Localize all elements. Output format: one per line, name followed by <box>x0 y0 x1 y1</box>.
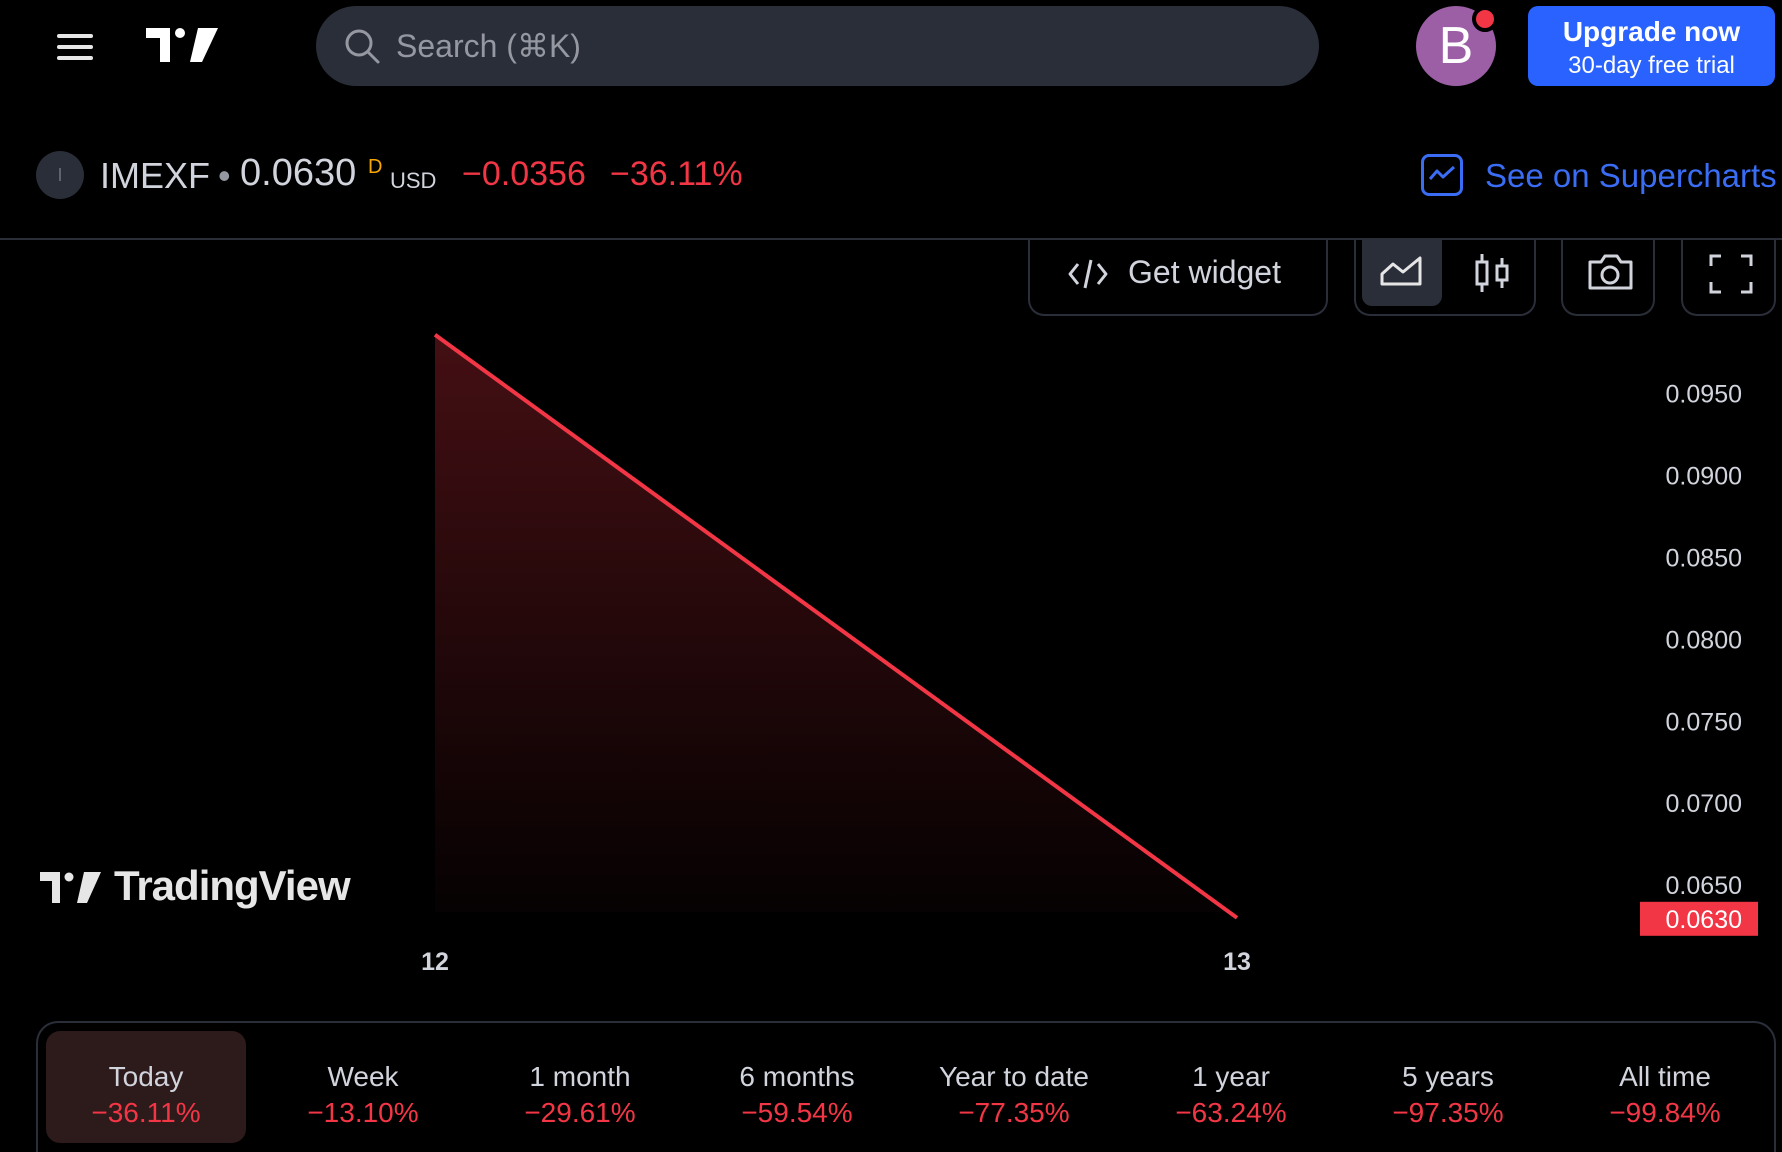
search-bar[interactable] <box>316 6 1319 86</box>
tradingview-watermark: TradingView <box>40 862 370 912</box>
period-change: −29.61% <box>524 1097 636 1128</box>
snapshot-button[interactable] <box>1561 240 1655 316</box>
period-button[interactable]: Today −36.11% <box>46 1031 246 1143</box>
notification-dot <box>1472 6 1498 32</box>
y-tick-label: 0.0750 <box>1666 708 1742 736</box>
x-tick-label: 13 <box>1223 948 1251 976</box>
top-bar: B Upgrade now 30-day free trial <box>0 0 1782 100</box>
symbol-ticker[interactable]: IMEXF <box>100 155 210 197</box>
tradingview-logo-icon <box>40 872 101 903</box>
period-button[interactable]: Year to date −77.35% <box>914 1031 1114 1143</box>
period-change: −59.54% <box>741 1097 853 1128</box>
period-change: −63.24% <box>1175 1097 1287 1128</box>
period-label: Week <box>327 1061 399 1092</box>
price-change-percent: −36.11% <box>610 155 743 193</box>
symbol-price: 0.0630 <box>240 152 357 194</box>
code-icon <box>1068 259 1108 289</box>
currency-label: USD <box>390 168 437 193</box>
period-label: 1 month <box>529 1061 631 1092</box>
period-button[interactable]: 1 year −63.24% <box>1131 1031 1331 1143</box>
hamburger-menu-icon[interactable] <box>55 30 97 64</box>
supercharts-icon[interactable] <box>1421 154 1463 196</box>
watermark-text: TradingView <box>114 862 351 909</box>
price-flag: D <box>368 156 383 178</box>
x-tick-label: 12 <box>421 948 449 976</box>
period-change: −36.11% <box>91 1097 201 1128</box>
symbol-separator: • <box>218 155 231 196</box>
period-label: All time <box>1619 1061 1711 1092</box>
y-tick-label: 0.0800 <box>1666 626 1742 654</box>
search-input[interactable] <box>396 6 1296 86</box>
upgrade-subtitle: 30-day free trial <box>1568 52 1735 79</box>
chart-type-group <box>1354 240 1536 316</box>
get-widget-button[interactable]: Get widget <box>1028 240 1328 316</box>
period-label: 6 months <box>739 1061 855 1092</box>
area-chart-button[interactable] <box>1362 240 1442 306</box>
last-price-label: 0.0630 <box>1666 906 1742 934</box>
period-label: Year to date <box>939 1061 1089 1092</box>
search-icon <box>345 29 380 64</box>
y-tick-label: 0.0650 <box>1666 872 1742 900</box>
tradingview-logo-icon[interactable] <box>146 24 220 66</box>
period-change: −99.84% <box>1609 1097 1721 1128</box>
period-label: Today <box>108 1061 184 1092</box>
period-label: 5 years <box>1402 1061 1494 1092</box>
period-button[interactable]: 6 months −59.54% <box>697 1031 897 1143</box>
y-tick-label: 0.0950 <box>1666 381 1742 409</box>
y-tick-label: 0.0900 <box>1666 463 1742 491</box>
see-on-supercharts-link[interactable]: See on Supercharts <box>1485 157 1777 195</box>
period-button[interactable]: 5 years −97.35% <box>1348 1031 1548 1143</box>
period-button[interactable]: Week −13.10% <box>263 1031 463 1143</box>
fullscreen-button[interactable] <box>1681 240 1776 316</box>
upgrade-title: Upgrade now <box>1562 16 1741 47</box>
symbol-logo: I <box>36 151 84 199</box>
period-selector: Today −36.11% Week −13.10% 1 month −29.61% 6 m… <box>36 1021 1776 1152</box>
period-change: −97.35% <box>1392 1097 1504 1128</box>
period-change: −77.35% <box>958 1097 1070 1128</box>
period-change: −13.10% <box>307 1097 419 1128</box>
upgrade-button[interactable]: Upgrade now 30-day free trial <box>1528 6 1775 86</box>
symbol-header: I IMEXF • 0.0630 D USD −0.0356 −36.11% S… <box>0 130 1782 220</box>
period-button[interactable]: All time −99.84% <box>1565 1031 1765 1143</box>
period-button[interactable]: 1 month −29.61% <box>480 1031 680 1143</box>
candlestick-chart-button[interactable] <box>1452 240 1532 306</box>
fullscreen-icon <box>1709 254 1753 294</box>
get-widget-label: Get widget <box>1128 254 1281 290</box>
price-change: −0.0356 <box>462 155 586 193</box>
candlestick-chart-icon <box>1475 254 1509 292</box>
y-tick-label: 0.0850 <box>1666 544 1742 572</box>
area-chart-icon <box>1380 256 1422 286</box>
y-tick-label: 0.0700 <box>1666 790 1742 818</box>
camera-icon <box>1588 254 1633 290</box>
period-label: 1 year <box>1192 1061 1270 1092</box>
